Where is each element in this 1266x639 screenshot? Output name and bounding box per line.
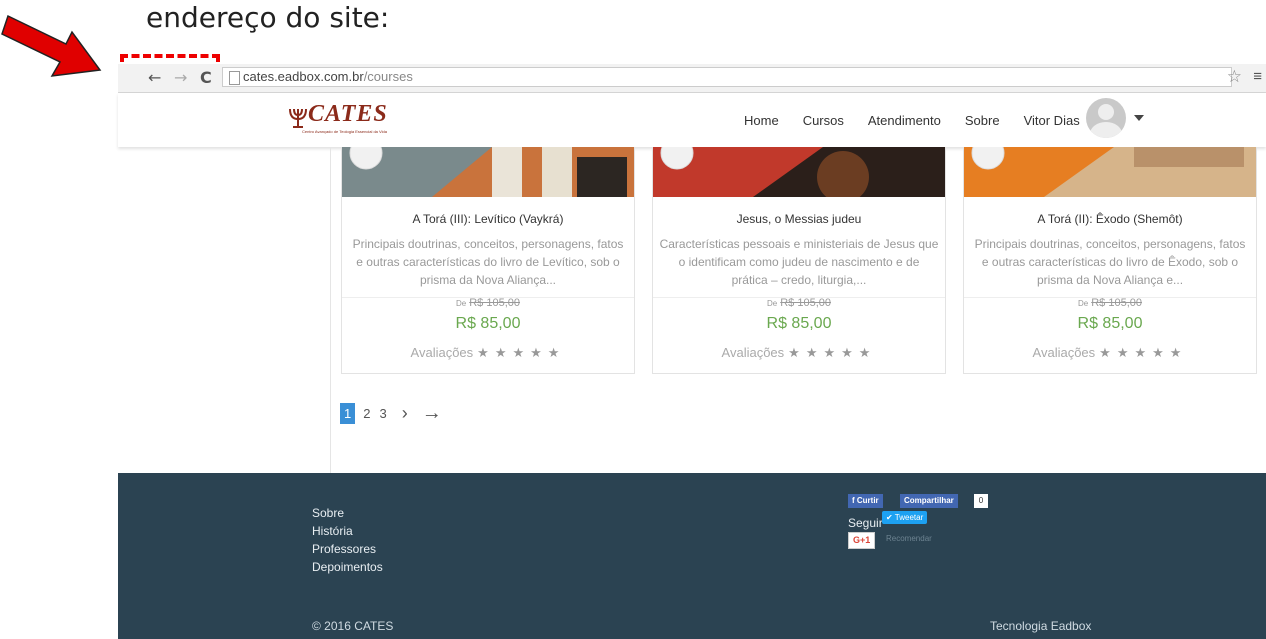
red-arrow-icon [1,14,102,77]
address-bar[interactable]: cates.eadbox.com.br/courses [222,67,1232,87]
course-image [653,147,945,197]
course-description: Principais doutrinas, conceitos, persona… [974,237,1246,287]
browser-menu-icon[interactable]: ≡ [1253,68,1262,85]
footer-link-sobre[interactable]: Sobre [312,504,383,522]
reload-button[interactable]: C [200,68,212,87]
bookmark-star-icon[interactable]: ☆ [1227,67,1242,87]
nav-home[interactable]: Home [744,113,779,128]
course-image [342,147,634,197]
old-price: De R$ 105,00 [456,297,520,309]
page-2[interactable]: 2 [363,406,370,421]
course-card[interactable]: Jesus, o Messias judeu Características p… [652,147,946,374]
pagination: 1 2 3 › → [340,402,442,425]
logo-subtitle: Centro Avançado de Teologia Essencial da… [302,129,387,134]
url-path: /courses [363,69,413,84]
star-icon: ★★★★★ [477,345,566,360]
forward-button[interactable]: → [174,68,187,87]
page-1[interactable]: 1 [340,403,356,424]
last-page-icon[interactable]: → [422,402,442,425]
course-image [964,147,1256,197]
star-icon: ★★★★★ [788,345,877,360]
follow-label: Seguir [848,516,883,530]
course-title[interactable]: A Torá (II): Êxodo (Shemôt) [964,212,1256,226]
site-header: CATES Centro Avançado de Teologia Essenc… [118,93,1266,147]
footer-link-depoimentos[interactable]: Depoimentos [312,558,383,576]
footer: Sobre História Professores Depoimentos f… [118,473,1266,639]
next-page-icon[interactable]: › [402,403,408,424]
main-nav: Home Cursos Atendimento Sobre Vitor Dias [744,93,1104,147]
price: R$ 85,00 [1077,315,1143,332]
footer-links: Sobre História Professores Depoimentos [312,504,383,576]
facebook-share-count: 0 [974,494,988,508]
nav-sobre[interactable]: Sobre [965,113,1000,128]
course-card[interactable]: A Torá (II): Êxodo (Shemôt) Principais d… [963,147,1257,374]
logo-text: CATES [308,101,388,127]
user-name[interactable]: Vitor Dias [1024,113,1080,128]
course-title[interactable]: A Torá (III): Levítico (Vaykrá) [342,212,634,226]
footer-link-professores[interactable]: Professores [312,540,383,558]
course-description: Principais doutrinas, conceitos, persona… [352,237,624,287]
back-button[interactable]: ← [148,68,161,87]
facebook-share-button[interactable]: Compartilhar [900,494,958,508]
footer-link-historia[interactable]: História [312,522,383,540]
nav-atendimento[interactable]: Atendimento [868,113,941,128]
old-price: De R$ 105,00 [1078,297,1142,309]
chevron-down-icon[interactable] [1134,115,1144,121]
logo[interactable]: CATES Centro Avançado de Teologia Essenc… [286,101,388,139]
caption-text: endereço do site: [146,1,390,34]
price: R$ 85,00 [455,315,521,332]
rating: Avaliações ★★★★★ [721,345,877,360]
rating: Avaliações ★★★★★ [410,345,566,360]
rating: Avaliações ★★★★★ [1032,345,1188,360]
course-description: Características pessoais e ministeriais … [659,237,939,287]
course-title[interactable]: Jesus, o Messias judeu [653,212,945,226]
sidebar-divider [330,147,331,473]
page-icon [229,71,240,85]
star-icon: ★★★★★ [1099,345,1188,360]
twitter-icon: ✔ [886,513,895,522]
page-3[interactable]: 3 [379,406,386,421]
facebook-like-button[interactable]: f Curtir [848,494,883,508]
avatar[interactable] [1086,98,1126,138]
browser-toolbar: ← → C cates.eadbox.com.br/courses ☆ ≡ [118,64,1266,93]
copyright: © 2016 CATES [312,619,394,633]
price: R$ 85,00 [766,315,832,332]
menorah-icon [289,108,307,128]
nav-cursos[interactable]: Cursos [803,113,844,128]
tweet-button[interactable]: ✔ Tweetar [882,511,928,524]
recommend-label: Recomendar [886,534,932,543]
google-plus-button[interactable]: G+1 [848,532,876,549]
course-card[interactable]: A Torá (III): Levítico (Vaykrá) Principa… [341,147,635,374]
url-host: cates.eadbox.com.br [243,69,364,84]
powered-by[interactable]: Tecnologia Eadbox [990,619,1091,633]
old-price: De R$ 105,00 [767,297,831,309]
